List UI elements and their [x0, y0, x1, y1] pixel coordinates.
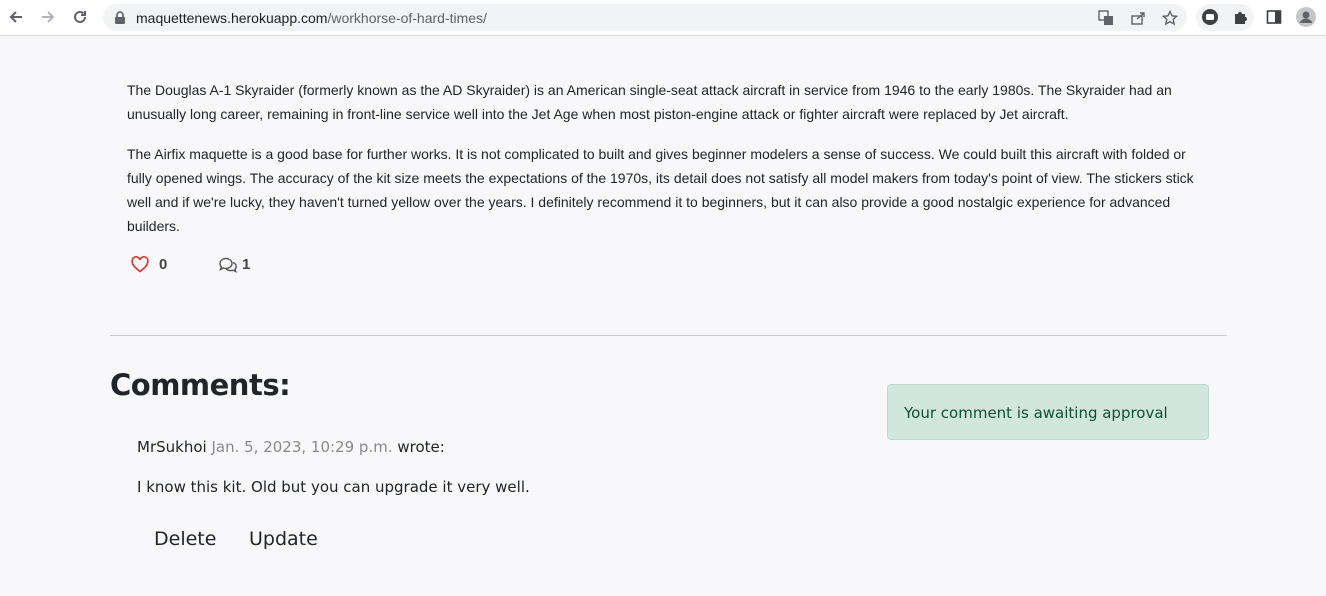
comment-wrote: wrote: — [397, 438, 445, 456]
article-paragraph-1: The Douglas A-1 Skyraider (formerly know… — [127, 82, 1172, 122]
back-icon[interactable] — [4, 5, 28, 29]
browser-toolbar: maquettenews.herokuapp.com/workhorse-of-… — [0, 0, 1326, 36]
url-domain: maquettenews.herokuapp.com — [136, 10, 328, 26]
comments-count: 1 — [242, 256, 251, 273]
delete-button[interactable]: Delete — [154, 528, 216, 550]
comment-bubbles-icon — [218, 257, 238, 273]
divider — [110, 335, 1227, 336]
article-paragraph-2: The Airfix maquette is a good base for f… — [127, 146, 1194, 234]
translate-icon[interactable] — [1097, 9, 1115, 27]
star-icon[interactable] — [1161, 9, 1179, 27]
comment-author: MrSukhoi — [137, 438, 207, 456]
forward-icon[interactable] — [36, 5, 60, 29]
comment-date: Jan. 5, 2023, 10:29 p.m. — [211, 438, 393, 456]
share-icon[interactable] — [1129, 9, 1147, 27]
puzzle-icon[interactable] — [1230, 6, 1252, 28]
heart-icon — [131, 256, 149, 273]
approval-alert: Your comment is awaiting approval — [887, 384, 1209, 440]
address-bar[interactable]: maquettenews.herokuapp.com/workhorse-of-… — [103, 4, 1187, 31]
reload-icon[interactable] — [68, 5, 92, 29]
comment-meta: MrSukhoi Jan. 5, 2023, 10:29 p.m. wrote: — [137, 438, 445, 456]
url-text[interactable]: maquettenews.herokuapp.com/workhorse-of-… — [136, 10, 487, 26]
sidepanel-icon[interactable] — [1263, 6, 1285, 28]
extension-record-icon[interactable] — [1199, 6, 1221, 28]
update-button[interactable]: Update — [249, 528, 318, 550]
comments-count-badge: 1 — [218, 256, 250, 273]
extensions-group — [1196, 4, 1254, 31]
profile-icon[interactable] — [1295, 6, 1317, 28]
comment-body: I know this kit. Old but you can upgrade… — [137, 478, 530, 496]
url-path: /workhorse-of-hard-times/ — [327, 10, 487, 26]
like-button[interactable]: 0 — [131, 256, 167, 273]
lock-icon[interactable] — [111, 9, 129, 27]
likes-count: 0 — [159, 256, 168, 273]
comments-heading: Comments: — [110, 368, 291, 402]
